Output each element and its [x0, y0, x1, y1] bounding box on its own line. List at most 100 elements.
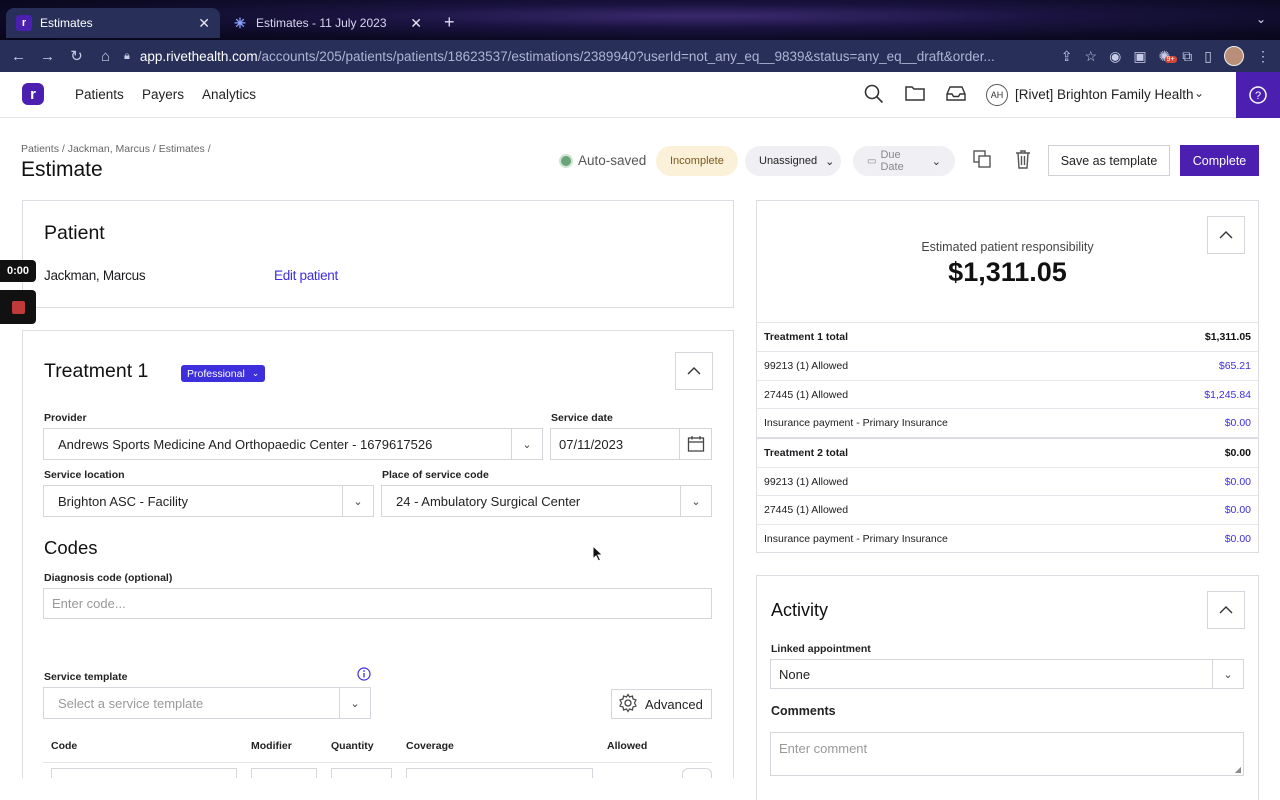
- search-icon[interactable]: [863, 84, 885, 106]
- chevron-down-icon[interactable]: ⌄: [339, 688, 370, 718]
- service-template-label: Service template: [44, 671, 128, 683]
- edit-patient-link[interactable]: Edit patient: [274, 268, 338, 283]
- bookmark-star-icon[interactable]: ☆: [1085, 48, 1098, 65]
- forward-icon[interactable]: →: [33, 48, 62, 65]
- row-action-button[interactable]: [682, 768, 712, 778]
- back-icon[interactable]: ←: [4, 48, 33, 65]
- chevron-down-icon[interactable]: ⌄: [342, 486, 373, 516]
- copy-icon[interactable]: [970, 148, 994, 172]
- service-location-value: Brighton ASC - Facility: [58, 493, 189, 509]
- profile-avatar[interactable]: [1224, 46, 1244, 66]
- puzzle-extensions-icon[interactable]: ⧉: [1182, 48, 1192, 65]
- stop-recording-button[interactable]: [0, 290, 36, 324]
- service-date-label: Service date: [551, 412, 613, 424]
- modifier-cell-input[interactable]: [251, 768, 317, 778]
- treatment-card: Treatment 1 Professional ⌄: [22, 330, 734, 790]
- col-coverage: Coverage: [406, 740, 454, 752]
- service-date-input[interactable]: 07/11/2023: [550, 428, 712, 460]
- service-template-select[interactable]: Select a service template ⌄: [43, 687, 371, 719]
- url-path: /accounts/205/patients/patients/18623537…: [257, 48, 995, 64]
- folder-icon[interactable]: [904, 84, 926, 106]
- col-code: Code: [51, 740, 78, 752]
- more-menu-icon[interactable]: ⋮: [1256, 48, 1270, 65]
- autosave-dot-icon: [561, 155, 571, 166]
- status-badge[interactable]: Incomplete: [656, 146, 738, 176]
- coverage-cell-select[interactable]: [406, 768, 593, 778]
- close-tab-icon[interactable]: ✕: [410, 15, 422, 32]
- inbox-icon[interactable]: [945, 84, 967, 106]
- chevron-down-icon[interactable]: ⌄: [1212, 660, 1243, 688]
- complete-button[interactable]: Complete: [1180, 145, 1259, 176]
- comment-textarea[interactable]: Enter comment ◢: [770, 732, 1244, 776]
- code-cell-input[interactable]: [51, 768, 237, 778]
- due-date-label: Due Date: [880, 149, 904, 173]
- linked-appointment-value: None: [779, 666, 811, 682]
- resize-handle-icon[interactable]: ◢: [1235, 765, 1241, 774]
- service-template-placeholder: Select a service template: [58, 695, 204, 711]
- nav-analytics[interactable]: Analytics: [202, 87, 256, 102]
- diagnosis-code-input[interactable]: Enter code...: [43, 588, 712, 619]
- summary-row-label: 27445 (1) Allowed: [764, 389, 849, 401]
- provider-label: Provider: [44, 412, 87, 424]
- page-title: Estimate: [21, 158, 103, 181]
- nav-patients[interactable]: Patients: [75, 87, 124, 102]
- autosave-label: Auto-saved: [578, 153, 647, 168]
- chevron-down-icon[interactable]: ⌄: [680, 486, 711, 516]
- advanced-button[interactable]: Advanced: [611, 689, 712, 719]
- browser-tab-estimates[interactable]: r Estimates ✕: [6, 8, 220, 38]
- close-tab-icon[interactable]: ✕: [198, 15, 210, 32]
- nav-payers[interactable]: Payers: [142, 87, 184, 102]
- summary-row: 27445 (1) Allowed $1,245.84: [757, 380, 1258, 409]
- breadcrumb[interactable]: Patients / Jackman, Marcus / Estimates /: [21, 143, 211, 155]
- mouse-cursor-icon: [592, 545, 604, 562]
- chevron-down-icon[interactable]: ⌄: [511, 429, 542, 459]
- home-icon[interactable]: ⌂: [91, 48, 120, 65]
- service-location-select[interactable]: Brighton ASC - Facility ⌄: [43, 485, 374, 517]
- camera-extension-icon[interactable]: ◉: [1109, 48, 1121, 65]
- collapse-treatment-button[interactable]: [675, 352, 713, 390]
- provider-select[interactable]: Andrews Sports Medicine And Orthopaedic …: [43, 428, 543, 460]
- info-icon[interactable]: [357, 667, 371, 686]
- quantity-cell-input[interactable]: [331, 768, 392, 778]
- extension-badge-icon[interactable]: ✺ 9+: [1159, 48, 1177, 65]
- chevron-down-icon[interactable]: ⌄: [1194, 86, 1204, 100]
- linked-appointment-select[interactable]: None ⌄: [770, 659, 1244, 689]
- sidebar-icon[interactable]: ▯: [1204, 48, 1212, 65]
- codes-heading: Codes: [44, 537, 98, 558]
- summary-row-label: 99213 (1) Allowed: [764, 476, 849, 488]
- share-icon[interactable]: ⇪: [1061, 48, 1073, 65]
- browser-tab-estimates-july[interactable]: ✳ Estimates - 11 July 2023 ✕: [222, 8, 432, 38]
- summary-row-label: Insurance payment - Primary Insurance: [764, 533, 948, 545]
- new-tab-icon[interactable]: +: [444, 12, 455, 33]
- trash-icon[interactable]: [1011, 148, 1035, 172]
- help-icon[interactable]: ?: [1236, 72, 1280, 118]
- url-field[interactable]: 🔒︎ app.rivethealth.com/accounts/205/pati…: [124, 44, 1024, 68]
- treatment-heading: Treatment 1: [44, 360, 149, 382]
- summary-row-value: $1,311.05: [1204, 331, 1251, 343]
- collapse-summary-button[interactable]: [1207, 216, 1245, 254]
- reload-icon[interactable]: ↻: [62, 47, 91, 65]
- svg-text:?: ?: [1255, 90, 1261, 102]
- calendar-icon[interactable]: [679, 429, 711, 459]
- rivet-logo[interactable]: r: [22, 83, 44, 105]
- comments-label: Comments: [771, 704, 836, 718]
- browser-tab-bar: r Estimates ✕ ✳ Estimates - 11 July 2023…: [0, 0, 1280, 40]
- treatment-type-dropdown[interactable]: Professional ⌄: [181, 365, 266, 382]
- gear-icon: [618, 692, 638, 716]
- treatment-type-label: Professional: [187, 367, 245, 380]
- tab-search-icon[interactable]: ⌄: [1256, 12, 1266, 26]
- summary-row-label: Treatment 1 total: [764, 331, 849, 343]
- due-date-picker[interactable]: ▭ Due Date ⌄: [853, 146, 955, 176]
- collapse-activity-button[interactable]: [1207, 591, 1245, 629]
- pos-code-select[interactable]: 24 - Ambulatory Surgical Center ⌄: [381, 485, 712, 517]
- patient-card: Patient Jackman, Marcus Edit patient: [22, 200, 734, 308]
- summary-row-value: $0.00: [1224, 476, 1251, 488]
- summary-total-row: Treatment 1 total $1,311.05: [757, 322, 1258, 351]
- org-switcher[interactable]: [Rivet] Brighton Family Health: [1015, 87, 1194, 102]
- save-as-template-button[interactable]: Save as template: [1048, 145, 1170, 176]
- comment-placeholder: Enter comment: [779, 741, 868, 756]
- assignee-dropdown[interactable]: Unassigned ⌄: [745, 146, 841, 176]
- org-avatar[interactable]: AH: [986, 84, 1008, 106]
- table-divider: [43, 762, 712, 763]
- terminal-extension-icon[interactable]: ▣: [1133, 48, 1146, 65]
